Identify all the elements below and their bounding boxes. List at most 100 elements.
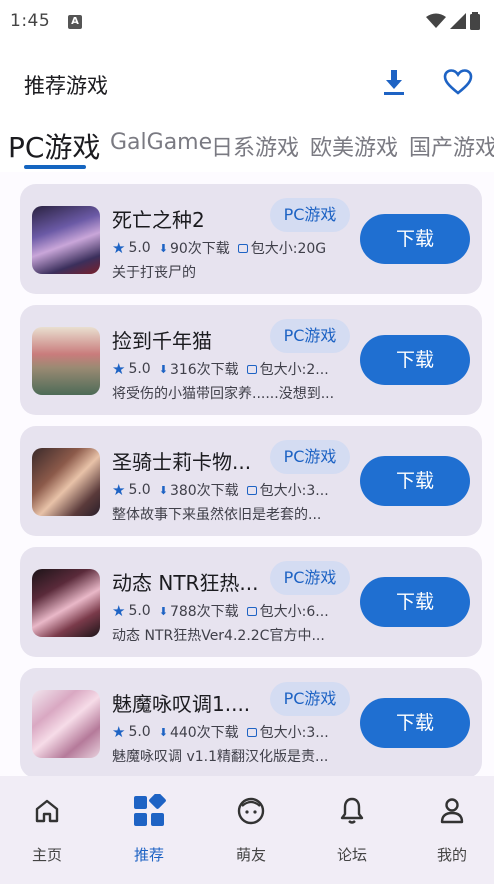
package-size: 包大小:20G: [250, 241, 327, 257]
game-meta: ★ 5.0 ⬇ 788次下载 包大小:6...: [112, 601, 352, 621]
nav-item-home[interactable]: 主页: [7, 792, 87, 865]
category-chip: PC游戏: [270, 198, 350, 232]
game-thumbnail: [32, 569, 100, 637]
game-meta: ★ 5.0 ⬇ 316次下载 包大小:2...: [112, 359, 352, 379]
star-icon: ★: [112, 360, 126, 378]
rating: 5.0: [128, 240, 151, 256]
game-title: 捡到千年猫: [112, 329, 212, 353]
package-icon: [246, 485, 257, 495]
game-thumbnail: [32, 690, 100, 758]
download-count: 440次下载: [169, 725, 239, 741]
heart-icon[interactable]: [442, 66, 474, 98]
rating: 5.0: [128, 361, 151, 377]
package-icon: [246, 364, 257, 374]
star-icon: ★: [112, 481, 126, 499]
game-thumbnail: [32, 448, 100, 516]
game-meta: ★ 5.0 ⬇ 380次下载 包大小:3...: [112, 480, 352, 500]
nav-item-forum[interactable]: 论坛: [312, 792, 392, 865]
bottom-navigation: 主页 推荐 萌友 论坛 我的: [0, 776, 494, 884]
download-count: 90次下载: [169, 241, 230, 257]
nav-label: 主页: [31, 846, 62, 864]
game-card[interactable]: 动态 NTR狂热... PC游戏 ★ 5.0 ⬇ 788次下载 包大小:6...…: [20, 547, 482, 657]
page-title: 推荐游戏: [24, 74, 108, 98]
status-time: 1:45: [10, 11, 51, 31]
download-small-icon: ⬇: [158, 362, 168, 376]
face-icon: [211, 792, 291, 830]
package-icon: [237, 243, 248, 253]
signal-icon: [450, 13, 466, 29]
nav-item-recommend[interactable]: 推荐: [109, 792, 189, 865]
game-thumbnail: [32, 327, 100, 395]
package-icon: [246, 727, 257, 737]
rating: 5.0: [128, 603, 151, 619]
download-count: 316次下载: [169, 362, 239, 378]
tab-japanese-games[interactable]: 日系游戏: [211, 130, 299, 162]
tab-domestic-games[interactable]: 国产游戏: [409, 130, 494, 162]
game-description: 魅魔咏叹调 v1.1精翻汉化版是责...: [112, 749, 329, 765]
rating: 5.0: [128, 724, 151, 740]
nav-item-me[interactable]: 我的: [412, 792, 492, 865]
notification-icon: A: [68, 15, 82, 29]
download-icon[interactable]: [378, 66, 410, 98]
tab-indicator: [24, 165, 86, 169]
download-button[interactable]: 下载: [360, 456, 470, 506]
game-card[interactable]: 捡到千年猫 PC游戏 ★ 5.0 ⬇ 316次下载 包大小:2... 将受伤的小…: [20, 305, 482, 415]
category-tabs: PC游戏 GalGame 日系游戏 欧美游戏 国产游戏: [0, 122, 494, 172]
tab-galgame[interactable]: GalGame: [110, 130, 212, 155]
star-icon: ★: [112, 602, 126, 620]
game-card[interactable]: 死亡之种2 PC游戏 ★ 5.0 ⬇ 90次下载 包大小:20G 关于打丧尸的 …: [20, 184, 482, 294]
status-bar: 1:45 A: [0, 0, 494, 44]
download-small-icon: ⬇: [158, 604, 168, 618]
download-button[interactable]: 下载: [360, 335, 470, 385]
game-title: 圣骑士莉卡物...: [112, 450, 252, 474]
package-size: 包大小:6...: [259, 604, 329, 620]
package-size: 包大小:3...: [259, 725, 329, 741]
nav-label: 论坛: [336, 846, 367, 864]
download-small-icon: ⬇: [158, 483, 168, 497]
game-meta: ★ 5.0 ⬇ 90次下载 包大小:20G: [112, 238, 352, 258]
nav-label: 推荐: [133, 846, 164, 864]
package-size: 包大小:2...: [259, 362, 329, 378]
game-description: 动态 NTR狂热Ver4.2.2C官方中...: [112, 628, 325, 644]
tab-western-games[interactable]: 欧美游戏: [310, 130, 398, 162]
top-app-bar: 推荐游戏: [0, 44, 494, 120]
game-title: 死亡之种2: [112, 208, 205, 232]
status-icons: [426, 12, 480, 30]
wifi-icon: [426, 13, 446, 28]
package-size: 包大小:3...: [259, 483, 329, 499]
game-meta: ★ 5.0 ⬇ 440次下载 包大小:3...: [112, 722, 352, 742]
download-count: 380次下载: [169, 483, 239, 499]
download-count: 788次下载: [169, 604, 239, 620]
app-root: 1:45 A 推荐游戏 PC游戏 GalGame 日系游戏 欧美游戏 国产游戏 …: [0, 0, 494, 884]
category-chip: PC游戏: [270, 561, 350, 595]
star-icon: ★: [112, 723, 126, 741]
package-icon: [246, 606, 257, 616]
game-description: 关于打丧尸的: [112, 265, 196, 281]
battery-icon: [470, 12, 480, 30]
game-card[interactable]: 魅魔咏叹调1.... PC游戏 ★ 5.0 ⬇ 440次下载 包大小:3... …: [20, 668, 482, 776]
game-description: 整体故事下来虽然依旧是老套的...: [112, 507, 322, 523]
rating: 5.0: [128, 482, 151, 498]
download-button[interactable]: 下载: [360, 577, 470, 627]
game-title: 动态 NTR狂热...: [112, 571, 259, 595]
download-button[interactable]: 下载: [360, 214, 470, 264]
bell-icon: [312, 792, 392, 830]
tab-pc-games[interactable]: PC游戏: [8, 126, 100, 166]
category-chip: PC游戏: [270, 440, 350, 474]
game-card[interactable]: 圣骑士莉卡物... PC游戏 ★ 5.0 ⬇ 380次下载 包大小:3... 整…: [20, 426, 482, 536]
person-icon: [412, 792, 492, 830]
grid-icon: [109, 792, 189, 830]
nav-label: 我的: [436, 846, 467, 864]
game-description: 将受伤的小猫带回家养......没想到...: [112, 386, 335, 402]
game-list[interactable]: 死亡之种2 PC游戏 ★ 5.0 ⬇ 90次下载 包大小:20G 关于打丧尸的 …: [0, 172, 494, 776]
category-chip: PC游戏: [270, 319, 350, 353]
star-icon: ★: [112, 239, 126, 257]
nav-item-friends[interactable]: 萌友: [211, 792, 291, 865]
category-chip: PC游戏: [270, 682, 350, 716]
game-thumbnail: [32, 206, 100, 274]
download-small-icon: ⬇: [158, 241, 168, 255]
download-small-icon: ⬇: [158, 725, 168, 739]
download-button[interactable]: 下载: [360, 698, 470, 748]
home-icon: [7, 792, 87, 830]
nav-label: 萌友: [235, 846, 266, 864]
